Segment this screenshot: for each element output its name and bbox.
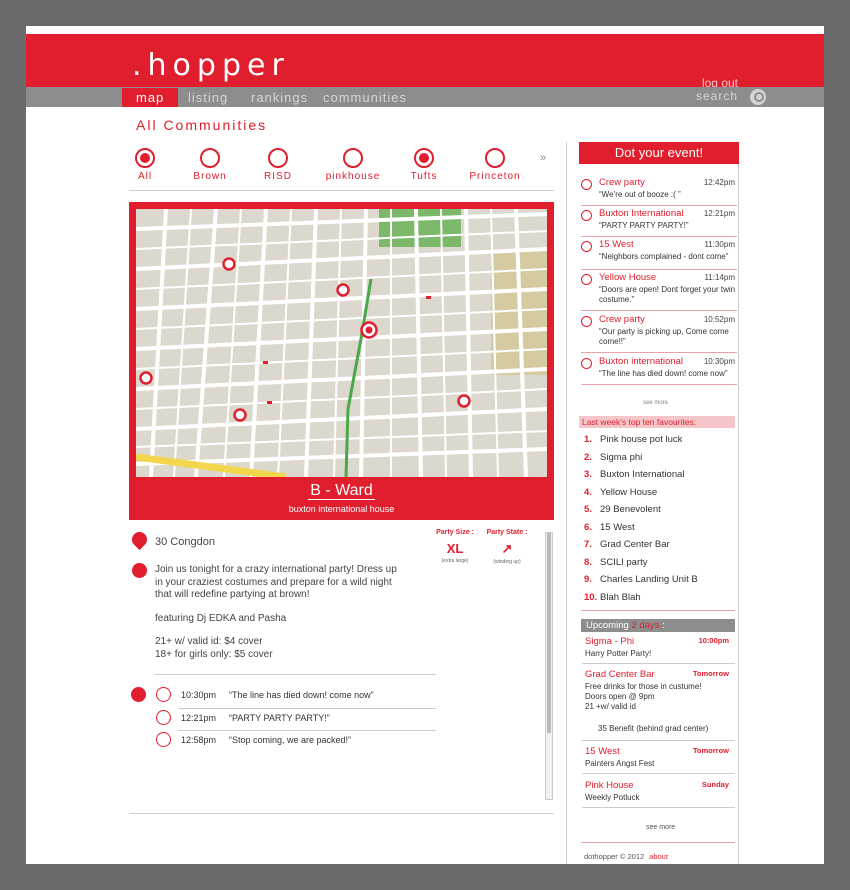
dot-event-button[interactable]: Dot your event! — [579, 142, 739, 164]
event-item[interactable]: Crew party 10:52pm “Our party is picking u… — [581, 313, 737, 353]
feed-item: 12:21pm “PARTY PARTY PARTY!” — [156, 710, 436, 730]
divider — [178, 730, 436, 731]
close-icon — [156, 732, 171, 747]
top-ten-header: Last week's top ten favourites: — [579, 416, 735, 428]
venue-address: 30 Congdon — [155, 536, 215, 548]
detail-scrollbar[interactable] — [545, 532, 553, 800]
event-item[interactable]: Yellow House 11:14pm “Doors are open! Dont… — [581, 271, 737, 311]
divider — [581, 842, 735, 843]
radio-icon — [268, 148, 288, 168]
nav-listing[interactable]: listing — [188, 88, 228, 107]
community-tufts[interactable]: Tufts — [389, 148, 459, 182]
trend-up-icon — [581, 316, 592, 327]
top-item[interactable]: 9. Charles Landing Unit B — [584, 574, 698, 585]
top-item[interactable]: 5. 29 Benevolent — [584, 504, 661, 515]
search-icon[interactable] — [750, 89, 766, 105]
description-dj: featuring Dj EDKA and Pasha — [155, 612, 287, 624]
street-map — [136, 209, 547, 477]
upcoming-header: Upcoming 2 days : — [581, 619, 735, 632]
community-brown[interactable]: Brown — [175, 148, 245, 182]
close-icon — [581, 241, 592, 252]
event-item[interactable]: 15 West 11:30pm “Neighbors complained - do… — [581, 238, 737, 270]
community-princeton[interactable]: Princeton — [460, 148, 530, 182]
divider — [129, 813, 554, 814]
venue-description: Join us tonight for a crazy internationa… — [155, 564, 405, 672]
top-item[interactable]: 3. Buxton International — [584, 469, 685, 480]
radio-icon — [343, 148, 363, 168]
top-item[interactable]: 1. Pink house pot luck — [584, 434, 682, 445]
event-item[interactable]: Buxton International 12:21pm “PARTY PARTY … — [581, 207, 737, 237]
chat-icon — [581, 274, 592, 285]
divider — [155, 674, 436, 675]
top-item[interactable]: 6. 15 West — [584, 522, 635, 533]
upcoming-location: 35 Benefit (behind grad center) — [598, 724, 709, 733]
description-cover: 21+ w/ valid id: $4 cover 18+ for girls … — [155, 636, 273, 660]
top-item[interactable]: 4. Yellow House — [584, 487, 657, 498]
top-item[interactable]: 10. Blah Blah — [584, 592, 641, 603]
party-state: Party State : ↗ (winding up) — [486, 529, 528, 565]
top-item[interactable]: 2. Sigma phi — [584, 452, 642, 463]
nav-rankings[interactable]: rankings — [251, 88, 308, 107]
nav-map[interactable]: map — [122, 88, 179, 107]
description-text: Join us tonight for a crazy internationa… — [155, 564, 397, 600]
venue-subtitle: buxton international house — [288, 504, 395, 514]
sidebar: Dot your event! Crew party 12:42pm “We’re … — [566, 142, 739, 864]
communities-next-icon[interactable]: » — [540, 152, 546, 164]
upcoming-item[interactable]: Grad Center Bar Tomorrow Free drinks for t… — [582, 669, 735, 741]
about-link[interactable]: about — [649, 852, 668, 861]
upcoming-see-more[interactable]: see more — [646, 824, 675, 831]
trend-up-icon — [156, 687, 171, 702]
radio-icon — [414, 148, 434, 168]
community-all[interactable]: All — [110, 148, 180, 182]
feed-item: 10:30pm “The line has died down! come now… — [156, 687, 436, 707]
description-icon — [132, 563, 147, 578]
radio-icon — [200, 148, 220, 168]
event-item[interactable]: Crew party 12:42pm “We’re out of booze :( … — [581, 176, 737, 206]
upcoming-item[interactable]: 15 West Tomorrow Painters Angst Fest — [582, 746, 735, 774]
party-size: Party Size : XL (extra large) — [436, 529, 474, 564]
venue-title: B - Ward — [308, 482, 375, 500]
top-item[interactable]: 8. SCILI party — [584, 557, 648, 568]
footer-copyright: dothopper © 2012 — [584, 852, 645, 861]
top-item[interactable]: 7. Grad Center Bar — [584, 539, 670, 550]
radio-icon — [135, 148, 155, 168]
footer: dothopper © 2012 about — [584, 852, 668, 861]
event-item[interactable]: Buxton international 10:30pm “The line has… — [581, 355, 737, 385]
chat-icon — [156, 710, 171, 725]
nav-bar: map listing rankings communities search — [26, 87, 824, 107]
page: .hopper log out map listing rankings com… — [26, 26, 824, 864]
trend-up-icon — [581, 179, 592, 190]
divider — [178, 708, 436, 709]
page-title: All Communities — [136, 117, 268, 133]
chat-icon — [581, 210, 592, 221]
community-risd[interactable]: RISD — [243, 148, 313, 182]
brand-logo[interactable]: .hopper — [132, 48, 290, 83]
community-pinkhouse[interactable]: pinkhouse — [318, 148, 388, 182]
scrollbar-thumb[interactable] — [547, 533, 551, 733]
feed-item: 12:58pm “Stop coming, we are packed!” — [156, 732, 436, 752]
location-pin-icon — [128, 528, 151, 551]
map-view[interactable] — [136, 209, 547, 477]
radio-icon — [485, 148, 505, 168]
trend-up-icon — [581, 358, 592, 369]
refresh-icon[interactable] — [131, 687, 146, 702]
map-panel: B - Ward buxton international house — [129, 202, 554, 520]
header-bar: .hopper log out — [26, 34, 824, 90]
upcoming-item[interactable]: Pink House Sunday Weekly Potluck — [582, 780, 735, 808]
events-see-more[interactable]: see more — [643, 400, 668, 406]
divider — [581, 610, 735, 611]
search-label[interactable]: search — [696, 89, 738, 103]
upcoming-item[interactable]: Sigma - Phi 10:00pm Harry Potter Party! — [582, 636, 735, 664]
nav-communities[interactable]: communities — [323, 88, 407, 107]
divider — [129, 190, 554, 191]
